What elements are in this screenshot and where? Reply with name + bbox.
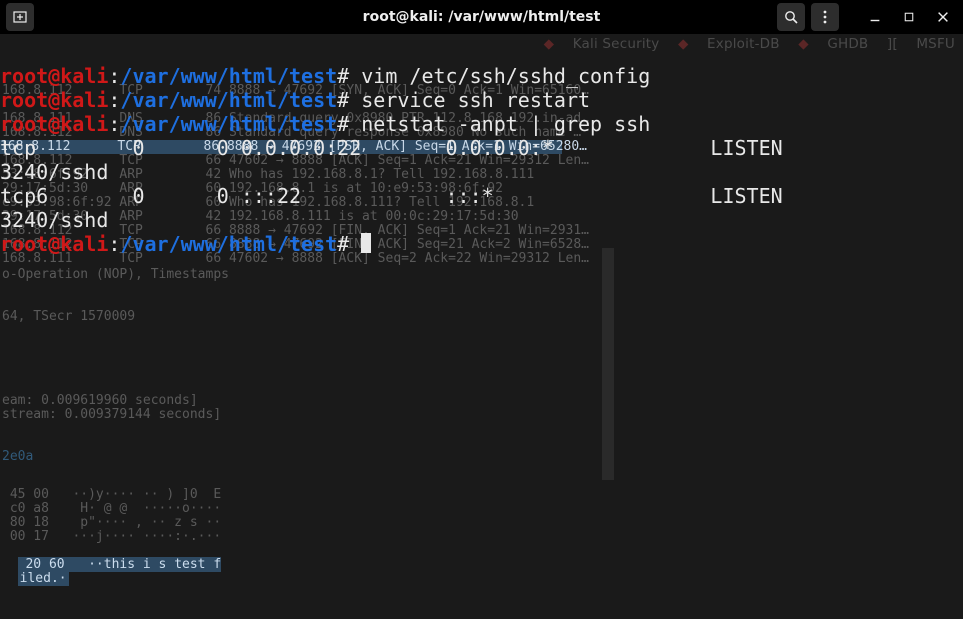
terminal[interactable]: root@kali:/var/www/html/test# vim /etc/s…: [0, 40, 831, 256]
command-line: service ssh restart: [349, 88, 590, 112]
bg-hex: 45 00 ··)y···· ·· ) ]0 E: [2, 488, 229, 502]
prompt-path: /var/www/html/test: [120, 64, 337, 88]
bg-hex: 80 18 p"···· , ·· z s ··: [2, 516, 221, 530]
minimize-button[interactable]: [861, 3, 889, 31]
command-line: vim /etc/ssh/sshd_config: [349, 64, 650, 88]
menu-button[interactable]: [811, 3, 839, 31]
cursor: [361, 233, 371, 253]
bg-hex: 20 60 ··this i s test f: [2, 544, 221, 572]
new-tab-button[interactable]: [6, 3, 34, 31]
titlebar: root@kali: /var/www/html/test: [0, 0, 963, 34]
bg-detail: stream: 0.009379144 seconds]: [2, 408, 221, 422]
bg-detail: eam: 0.009619960 seconds]: [2, 394, 198, 408]
bg-hex: 00 17 ···j···· ····:·.···: [2, 530, 221, 544]
search-button[interactable]: [777, 3, 805, 31]
netstat-output: tcp 0 0 0.0.0.0:22 0.0.0.0:* LISTEN: [0, 136, 831, 160]
bg-hex: iled.·: [2, 558, 69, 586]
maximize-button[interactable]: [895, 3, 923, 31]
bg-hex-hdr: 2e0a: [2, 450, 33, 464]
bg-detail: 64, TSecr 1570009: [2, 310, 135, 324]
scrollbar[interactable]: [602, 248, 614, 480]
bg-detail: o-Operation (NOP), Timestamps: [2, 268, 229, 282]
netstat-output: 3240/sshd: [0, 160, 108, 184]
netstat-output: 3240/sshd: [0, 208, 108, 232]
bg-hex: c0 a8 H· @ @ ·····o····: [2, 502, 221, 516]
command-line: netstat -anpt | grep ssh: [349, 112, 650, 136]
close-button[interactable]: [929, 3, 957, 31]
prompt-user: root@kali: [0, 64, 108, 88]
netstat-output: tcp6 0 0 :::22 :::* LISTEN: [0, 184, 831, 208]
